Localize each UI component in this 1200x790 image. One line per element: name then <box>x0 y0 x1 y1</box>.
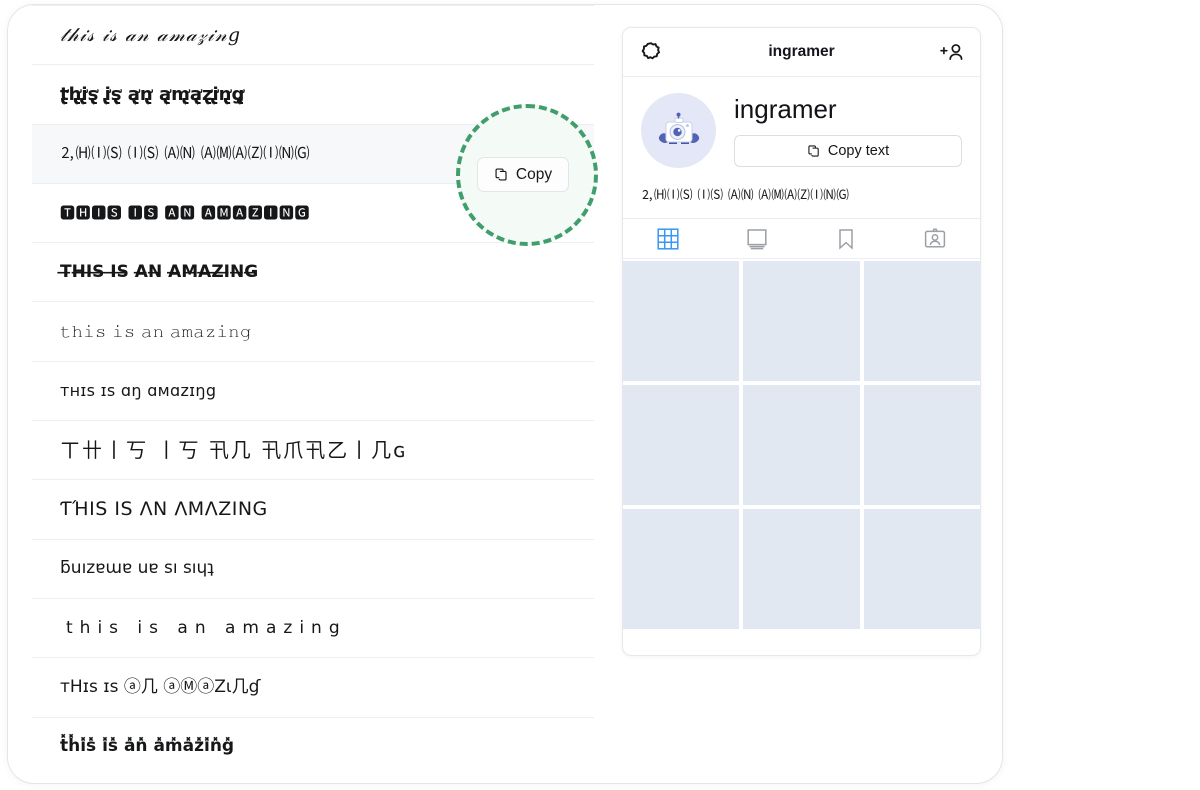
copy-text-label: Copy text <box>827 142 890 159</box>
copy-text-button[interactable]: Copy text <box>734 134 962 167</box>
grid-cell[interactable] <box>743 385 860 505</box>
grid-icon <box>657 227 679 250</box>
font-row-small-caps[interactable]: ᴛʜɪs ɪs ɑŋ ɑмɑzɪŋg <box>32 360 594 420</box>
reels-icon <box>746 228 768 250</box>
font-row-script[interactable]: 𝓉𝒽𝒾𝓈 𝒾𝓈 𝒶𝓃 𝒶𝓂𝒶𝓏𝒾𝓃𝑔 <box>32 5 594 64</box>
profile-block: ingramer Copy text <box>623 77 980 168</box>
grid-cell[interactable] <box>863 385 980 505</box>
grid-cell[interactable] <box>863 261 980 381</box>
font-sample-cross-marks: t̽h̽i̽s̽ i̽s̽ a̽n̽ a̽m̽a̽z̽i̽n̽g̽ <box>60 736 235 757</box>
font-row-typewriter[interactable]: 𝚝𝚑𝚒𝚜 𝚒𝚜 𝚊𝚗 𝚊𝚖𝚊𝚣𝚒𝚗𝚐 <box>32 301 594 360</box>
tab-reels[interactable] <box>712 219 801 258</box>
font-sample-wide-spaced: this is an amazing <box>66 617 347 638</box>
add-person-icon[interactable] <box>939 41 965 65</box>
font-sample-small-caps: ᴛʜɪs ɪs ɑŋ ɑмɑzɪŋg <box>60 381 217 401</box>
instagram-profile-preview: ingramer ingramer Copy text 🄃🄗🄘🄢 🄘🄢 🄐🄝 🄐… <box>622 27 981 656</box>
tab-tagged[interactable] <box>891 219 980 258</box>
font-sample-mixed-circled: ᴛHɪs ɪs ⓐ几 ⓐⓂⓐZι几ɠ <box>60 677 261 698</box>
font-sample-strikethrough: T̶H̶I̶S̶ I̶S̶ A̶N̶ A̶M̶A̶Z̶I̶N̶G̶ <box>60 261 259 282</box>
font-row-mixed-circled[interactable]: ᴛHɪs ɪs ⓐ几 ⓐⓂⓐZι几ɠ <box>32 657 594 716</box>
font-row-stencil[interactable]: ƬΉIS IS ΛN ΛMΛZING <box>32 479 594 538</box>
font-sample-script: 𝓉𝒽𝒾𝓈 𝒾𝓈 𝒶𝓃 𝒶𝓂𝒶𝓏𝒾𝓃𝑔 <box>60 23 242 46</box>
grid-cell[interactable] <box>623 385 740 505</box>
copy-icon <box>494 167 509 182</box>
tab-saved[interactable] <box>802 219 891 258</box>
font-row-wide-spaced[interactable]: this is an amazing <box>32 597 594 657</box>
font-row-messy[interactable]: t̢̛͎h̢̛͎i̢̛͎s̢̛͎ i̢̛͎s̢̛͎ a̢̛͎n̢̛͎ a̢̛͎m… <box>32 64 594 123</box>
profile-tabs <box>623 219 980 259</box>
font-sample-messy: t̢̛͎h̢̛͎i̢̛͎s̢̛͎ i̢̛͎s̢̛͎ a̢̛͎n̢̛͎ a̢̛͎m… <box>60 83 245 105</box>
grid-cell[interactable] <box>623 509 740 629</box>
photo-grid <box>623 259 980 629</box>
grid-cell[interactable] <box>623 261 740 381</box>
font-style-list: 𝓉𝒽𝒾𝓈 𝒾𝓈 𝒶𝓃 𝒶𝓂𝒶𝓏𝒾𝓃𝑔 t̢̛͎h̢̛͎i̢̛͎s̢̛͎ i̢̛͎… <box>32 5 594 783</box>
grid-cell[interactable] <box>863 509 980 629</box>
phone-header: ingramer <box>623 28 980 77</box>
copy-button[interactable]: Copy <box>477 157 569 192</box>
camera-illustration-icon <box>648 100 709 161</box>
copy-icon <box>807 144 821 158</box>
profile-bio: 🄃🄗🄘🄢 🄘🄢 🄐🄝 🄐🄜🄐🄩🄘🄝🄖 <box>623 168 980 219</box>
font-row-upside-down[interactable]: ƃuızɐɯɐ uɐ sı sıɥʇ <box>32 538 594 598</box>
font-sample-typewriter: 𝚝𝚑𝚒𝚜 𝚒𝚜 𝚊𝚗 𝚊𝚖𝚊𝚣𝚒𝚗𝚐 <box>60 321 252 341</box>
tagged-icon <box>924 228 946 250</box>
font-sample-stencil: ƬΉIS IS ΛN ΛMΛZING <box>60 498 268 521</box>
font-row-cross-marks[interactable]: t̽h̽i̽s̽ i̽s̽ a̽n̽ a̽m̽a̽z̽i̽n̽g̽ <box>32 716 594 776</box>
font-sample-upside-down: ƃuızɐɯɐ uɐ sı sıɥʇ <box>60 558 214 579</box>
settings-gear-icon[interactable] <box>639 40 663 64</box>
tab-grid[interactable] <box>623 219 712 258</box>
grid-cell[interactable] <box>743 261 860 381</box>
font-sample-squared-black: 🆃🅷🅸🆂 🅸🆂 🅰🅽 🅰🅼🅰🆉🅸🅽🅶 <box>60 203 311 222</box>
font-sample-squared-white: 🄃🄗🄘🄢 🄘🄢 🄐🄝 🄐🄜🄐🄩🄘🄝🄖 <box>60 144 311 163</box>
font-row-cjk-glyph[interactable]: ㄒ卄丨丂 丨丂 卂几 卂爪卂乙丨几ɢ <box>32 420 594 479</box>
grid-cell[interactable] <box>743 509 860 629</box>
font-row-strikethrough[interactable]: T̶H̶I̶S̶ I̶S̶ A̶N̶ A̶M̶A̶Z̶I̶N̶G̶ <box>32 242 594 301</box>
copy-button-label: Copy <box>515 165 553 183</box>
profile-details: ingramer Copy text <box>734 93 962 168</box>
font-sample-cjk-glyph: ㄒ卄丨丂 丨丂 卂几 卂爪卂乙丨几ɢ <box>60 438 408 463</box>
bookmark-icon <box>836 228 856 250</box>
avatar <box>641 93 716 168</box>
profile-username: ingramer <box>734 94 837 124</box>
page-card: 𝓉𝒽𝒾𝓈 𝒾𝓈 𝒶𝓃 𝒶𝓂𝒶𝓏𝒾𝓃𝑔 t̢̛͎h̢̛͎i̢̛͎s̢̛͎ i̢̛͎… <box>8 5 1002 783</box>
phone-header-title: ingramer <box>768 43 835 60</box>
